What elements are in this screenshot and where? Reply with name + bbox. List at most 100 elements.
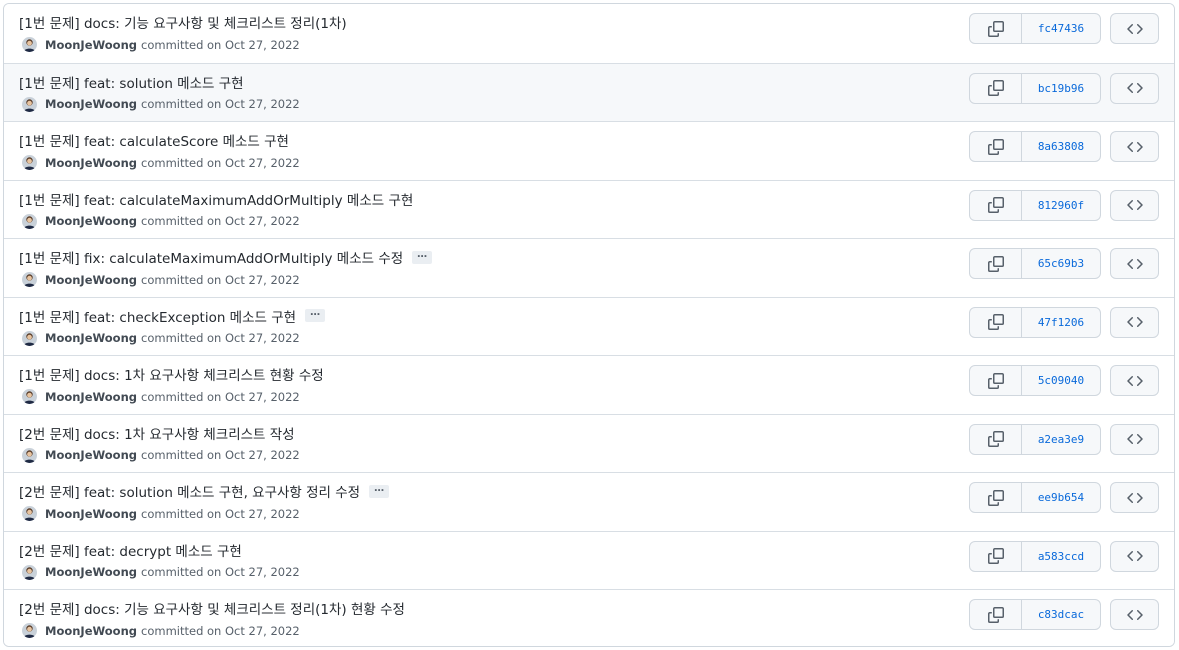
avatar[interactable] — [22, 37, 37, 52]
commit-meta: MoonJeWoong committed on Oct 27, 2022 — [22, 213, 300, 229]
avatar[interactable] — [22, 506, 37, 521]
commit-sha-link[interactable]: a583ccd — [1022, 542, 1100, 571]
commit-sha-link[interactable]: 47f1206 — [1022, 308, 1100, 337]
commit-title-link[interactable]: [1번 문제] docs: 기능 요구사항 및 체크리스트 정리(1차) — [19, 12, 347, 32]
browse-repository-button[interactable] — [1110, 131, 1159, 162]
expand-message-button[interactable]: … — [412, 249, 433, 264]
expand-message-button[interactable]: … — [305, 308, 326, 322]
browse-repository-button[interactable] — [1110, 189, 1159, 221]
author-link[interactable]: MoonJeWoong — [45, 38, 137, 52]
commit-title-link[interactable]: [2번 문제] feat: decrypt 메소드 구현 — [19, 540, 242, 560]
commit-row: [1번 문제] feat: calculateScore 메소드 구현 Moon… — [4, 121, 1174, 180]
commit-message-line: [2번 문제] feat: decrypt 메소드 구현 — [19, 540, 242, 560]
commit-row: [1번 문제] feat: checkException 메소드 구현 … Mo… — [4, 296, 1174, 355]
commit-date: committed on Oct 27, 2022 — [141, 389, 300, 404]
avatar[interactable] — [22, 564, 37, 580]
author-link[interactable]: MoonJeWoong — [45, 97, 137, 111]
browse-repository-button[interactable] — [1110, 248, 1159, 279]
copy-sha-button[interactable] — [970, 307, 1022, 337]
avatar[interactable] — [22, 272, 37, 287]
commit-sha-link[interactable]: bc19b96 — [1022, 74, 1100, 103]
expand-message-button[interactable]: … — [369, 483, 390, 498]
author-link[interactable]: MoonJeWoong — [45, 448, 137, 462]
commit-row: [2번 문제] feat: decrypt 메소드 구현 MoonJeWoong… — [4, 530, 1174, 589]
author-link[interactable]: MoonJeWoong — [45, 565, 137, 579]
copy-sha-button[interactable] — [970, 600, 1022, 629]
copy-sha-button[interactable] — [970, 483, 1022, 512]
copy-icon — [987, 606, 1004, 623]
commit-sha-link[interactable]: c83dcac — [1022, 600, 1100, 629]
author-link[interactable]: MoonJeWoong — [45, 390, 137, 404]
code-icon — [1126, 550, 1143, 562]
copy-sha-button[interactable] — [970, 424, 1022, 454]
commit-row: [2번 문제] docs: 기능 요구사항 및 체크리스트 정리(1차) 현황 … — [4, 589, 1174, 646]
commit-date: committed on Oct 27, 2022 — [141, 155, 300, 170]
code-icon — [1126, 375, 1143, 386]
commit-message-line: [1번 문제] feat: calculateMaximumAddOrMulti… — [19, 189, 413, 209]
author-link[interactable]: MoonJeWoong — [45, 156, 137, 170]
author-link[interactable]: MoonJeWoong — [45, 507, 137, 521]
commit-button-group: c83dcac — [969, 599, 1101, 630]
commit-date: committed on Oct 27, 2022 — [141, 214, 300, 228]
avatar[interactable] — [22, 447, 37, 463]
commit-sha-link[interactable]: ee9b654 — [1022, 483, 1100, 512]
commit-meta: MoonJeWoong committed on Oct 27, 2022 — [22, 330, 300, 346]
commit-sha-link[interactable]: 65c69b3 — [1022, 249, 1100, 278]
commit-button-group: 8a63808 — [969, 131, 1101, 162]
browse-repository-button[interactable] — [1110, 423, 1159, 455]
author-link[interactable]: MoonJeWoong — [45, 331, 137, 345]
author-link[interactable]: MoonJeWoong — [45, 624, 137, 638]
commit-sha-link[interactable]: 8a63808 — [1022, 132, 1100, 161]
commit-title-link[interactable]: [1번 문제] docs: 1차 요구사항 체크리스트 현황 수정 — [19, 364, 324, 384]
code-icon — [1126, 433, 1143, 445]
copy-sha-button[interactable] — [970, 366, 1022, 395]
copy-sha-button[interactable] — [970, 541, 1022, 571]
commit-title-link[interactable]: [2번 문제] docs: 1차 요구사항 체크리스트 작성 — [19, 423, 295, 443]
copy-icon — [987, 20, 1004, 37]
browse-repository-button[interactable] — [1110, 540, 1159, 572]
commit-title-link[interactable]: [1번 문제] feat: solution 메소드 구현 — [19, 72, 244, 92]
commit-title-link[interactable]: [1번 문제] feat: calculateScore 메소드 구현 — [19, 130, 289, 150]
avatar[interactable] — [22, 623, 37, 638]
avatar[interactable] — [22, 330, 37, 346]
author-link[interactable]: MoonJeWoong — [45, 273, 137, 287]
browse-repository-button[interactable] — [1110, 306, 1159, 338]
commit-message-line: [2번 문제] feat: solution 메소드 구현, 요구사항 정리 수… — [19, 481, 390, 501]
avatar[interactable] — [22, 96, 37, 112]
browse-repository-button[interactable] — [1110, 365, 1159, 396]
commit-title-link[interactable]: [1번 문제] feat: calculateMaximumAddOrMulti… — [19, 189, 413, 209]
copy-sha-button[interactable] — [970, 190, 1022, 220]
copy-sha-button[interactable] — [970, 249, 1022, 278]
commit-row: [1번 문제] feat: solution 메소드 구현 MoonJeWoon… — [4, 62, 1174, 121]
commit-date: committed on Oct 27, 2022 — [141, 331, 300, 345]
commit-title-link[interactable]: [2번 문제] docs: 기능 요구사항 및 체크리스트 정리(1차) 현황 … — [19, 598, 405, 618]
commit-row: [1번 문제] docs: 기능 요구사항 및 체크리스트 정리(1차) Moo… — [4, 4, 1174, 63]
commit-title-link[interactable]: [1번 문제] feat: checkException 메소드 구현 — [19, 306, 296, 326]
avatar[interactable] — [22, 389, 37, 404]
commit-date: committed on Oct 27, 2022 — [141, 506, 300, 521]
commit-sha-link[interactable]: 812960f — [1022, 191, 1100, 220]
avatar-icon — [22, 506, 37, 521]
copy-sha-button[interactable] — [970, 132, 1022, 161]
copy-sha-button[interactable] — [970, 73, 1022, 103]
commit-message-line: [1번 문제] feat: checkException 메소드 구현 … — [19, 306, 326, 326]
commit-sha-link[interactable]: fc47436 — [1022, 14, 1100, 43]
commit-title-link[interactable]: [2번 문제] feat: solution 메소드 구현, 요구사항 정리 수… — [19, 481, 360, 501]
commit-row: [1번 문제] feat: calculateMaximumAddOrMulti… — [4, 179, 1174, 238]
copy-icon — [987, 138, 1004, 155]
browse-repository-button[interactable] — [1110, 72, 1159, 104]
avatar-icon — [22, 96, 37, 112]
commit-title-link[interactable]: [1번 문제] fix: calculateMaximumAddOrMultip… — [19, 247, 403, 267]
browse-repository-button[interactable] — [1110, 13, 1159, 44]
avatar[interactable] — [22, 155, 37, 170]
avatar[interactable] — [22, 213, 37, 229]
commit-list: [1번 문제] docs: 기능 요구사항 및 체크리스트 정리(1차) Moo… — [3, 3, 1175, 647]
author-link[interactable]: MoonJeWoong — [45, 214, 137, 228]
copy-sha-button[interactable] — [970, 14, 1022, 43]
browse-repository-button[interactable] — [1110, 599, 1159, 630]
commit-date: committed on Oct 27, 2022 — [141, 623, 300, 638]
commit-sha-link[interactable]: 5c09040 — [1022, 366, 1100, 395]
commit-sha-link[interactable]: a2ea3e9 — [1022, 425, 1100, 454]
browse-repository-button[interactable] — [1110, 482, 1159, 513]
commit-meta: MoonJeWoong committed on Oct 27, 2022 — [22, 272, 300, 287]
